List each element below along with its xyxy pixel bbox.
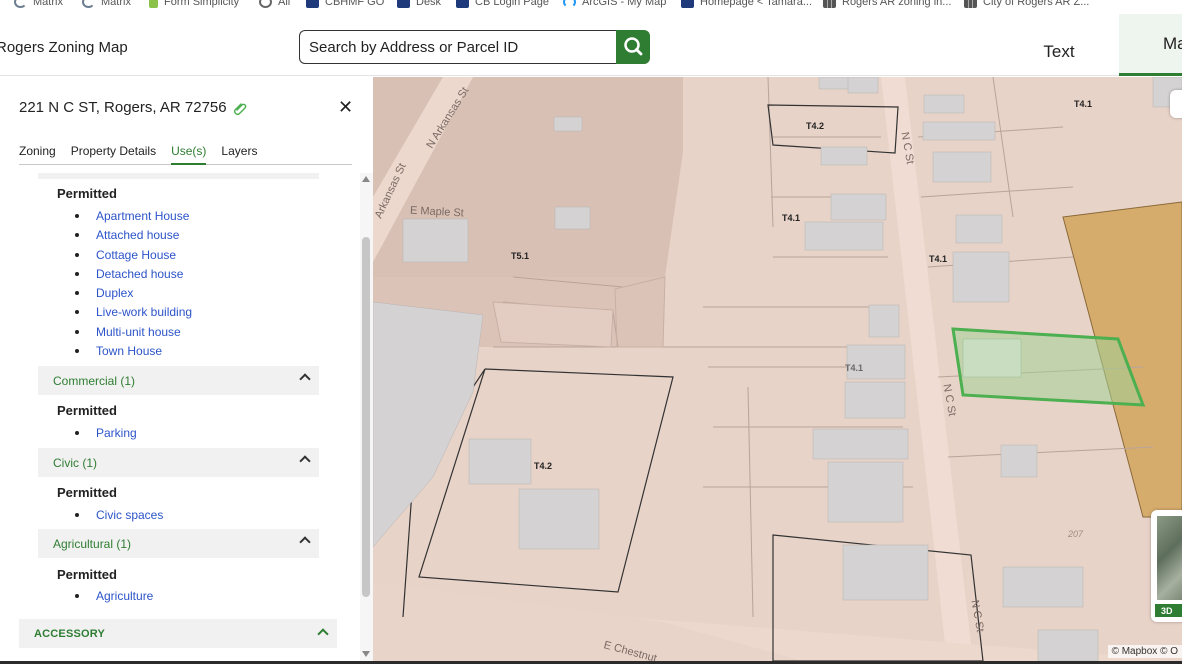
chevron-up-icon xyxy=(299,536,311,548)
coldwell-banker-icon xyxy=(397,0,410,8)
zone-label: T4.2 xyxy=(806,121,825,131)
bookmark[interactable]: City of Rogers AR Z... xyxy=(964,0,1089,8)
bullet xyxy=(75,513,79,517)
search-icon xyxy=(624,37,643,56)
app-title: Rogers Zoning Map xyxy=(0,39,128,56)
property-address: 221 N C ST, Rogers, AR 72756 xyxy=(19,99,247,116)
zone-label: T4.1 xyxy=(1074,99,1093,109)
address-text: 221 N C ST, Rogers, AR 72756 xyxy=(19,99,227,116)
uses-list[interactable]: Permitted Apartment House Attached house… xyxy=(0,173,360,661)
use-link[interactable]: Cottage House xyxy=(75,248,176,262)
bullet xyxy=(75,330,79,334)
map-control-button[interactable] xyxy=(1170,90,1182,118)
view-3d-badge: 3D xyxy=(1155,604,1182,617)
use-link[interactable]: Attached house xyxy=(75,228,179,242)
use-link[interactable]: Apartment House xyxy=(75,209,189,223)
coldwell-banker-icon xyxy=(456,0,469,8)
scroll-up-arrow[interactable] xyxy=(362,176,370,182)
permitted-heading: Permitted xyxy=(57,567,117,582)
bookmark[interactable]: Form Simplicity xyxy=(149,0,239,8)
permitted-heading: Permitted xyxy=(57,403,117,418)
bullet xyxy=(75,253,79,257)
app-header: Rogers Zoning Map Text Ma xyxy=(0,14,1182,76)
section-agricultural[interactable]: Agricultural (1) xyxy=(38,529,319,558)
bookmark[interactable]: CB Login Page xyxy=(456,0,549,8)
bullet xyxy=(75,431,79,435)
section-commercial[interactable]: Commercial (1) xyxy=(38,366,319,395)
bookmarks-bar: Matrix Matrix Form Simplicity All CBHMF … xyxy=(0,0,1182,14)
zone-label: T4.1 xyxy=(929,254,948,264)
chevron-up-icon xyxy=(317,628,329,640)
zone-label: T5.1 xyxy=(511,251,530,261)
section-accessory[interactable]: ACCESSORY xyxy=(19,619,337,648)
use-link[interactable]: Agriculture xyxy=(75,589,153,603)
document-icon xyxy=(149,0,158,8)
scroll-thumb[interactable] xyxy=(362,237,370,597)
zone-label: T4.2 xyxy=(534,461,553,471)
tab-property-details[interactable]: Property Details xyxy=(71,143,156,165)
tab-layers[interactable]: Layers xyxy=(221,143,257,165)
search-box[interactable] xyxy=(299,30,617,64)
bookmark[interactable]: Desk xyxy=(397,0,441,8)
matrix-icon xyxy=(14,0,27,8)
bookmark[interactable]: Rogers AR zoning in... xyxy=(823,0,951,8)
bookmark[interactable]: ArcGIS - My Map xyxy=(563,0,666,8)
close-icon[interactable]: ✕ xyxy=(338,98,353,116)
tab-map[interactable]: Ma xyxy=(1119,14,1182,76)
use-link[interactable]: Civic spaces xyxy=(75,508,163,522)
city-grid-icon xyxy=(823,0,836,8)
scroll-down-arrow[interactable] xyxy=(362,651,370,657)
basemap-toggle[interactable]: 3D xyxy=(1151,510,1182,622)
coldwell-banker-icon xyxy=(306,0,319,8)
bullet xyxy=(75,233,79,237)
zone-label: T4.1 xyxy=(845,363,864,373)
bookmark[interactable]: Matrix xyxy=(82,0,131,8)
bullet xyxy=(75,272,79,276)
use-link[interactable]: Live-work building xyxy=(75,305,192,319)
tab-uses[interactable]: Use(s) xyxy=(171,143,207,165)
bullet xyxy=(75,310,79,314)
chevron-up-icon xyxy=(299,373,311,385)
city-grid-icon xyxy=(964,0,977,8)
tab-text[interactable]: Text xyxy=(1000,28,1118,76)
bookmark[interactable]: CBHMF GO xyxy=(306,0,384,8)
bookmark[interactable]: Homepage < Tamara... xyxy=(681,0,812,8)
matrix-icon xyxy=(82,0,95,8)
bullet xyxy=(75,594,79,598)
bookmark[interactable]: Matrix xyxy=(14,0,63,8)
property-panel: 221 N C ST, Rogers, AR 72756 ✕ Zoning Pr… xyxy=(0,77,373,661)
zoning-map[interactable]: T4.2 T4.1 T4.1 T4.1 T5.1 T4.2 T4.1 N Ark… xyxy=(373,77,1182,661)
chevron-up-icon xyxy=(299,455,311,467)
permitted-heading: Permitted xyxy=(57,485,117,500)
panel-scrollbar[interactable] xyxy=(360,173,373,661)
bookmark[interactable]: All xyxy=(259,0,290,8)
permitted-heading: Permitted xyxy=(57,186,117,201)
use-link[interactable]: Parking xyxy=(75,426,137,440)
tab-zoning[interactable]: Zoning xyxy=(19,143,56,165)
coldwell-banker-icon xyxy=(681,0,694,8)
arcgis-icon xyxy=(563,0,576,8)
section-header-partial xyxy=(38,173,319,179)
bullet xyxy=(75,291,79,295)
use-link[interactable]: Multi-unit house xyxy=(75,325,181,339)
globe-icon xyxy=(259,0,272,8)
search-button[interactable] xyxy=(616,30,650,64)
parcel-number: 207 xyxy=(1068,529,1084,539)
map-attribution[interactable]: © Mapbox © O xyxy=(1107,645,1182,658)
satellite-thumbnail xyxy=(1157,516,1182,600)
bullet xyxy=(75,349,79,353)
search-input[interactable] xyxy=(300,31,617,63)
panel-tabs: Zoning Property Details Use(s) Layers xyxy=(19,143,352,165)
bullet xyxy=(75,214,79,218)
map-canvas xyxy=(373,77,1182,661)
use-link[interactable]: Town House xyxy=(75,344,162,358)
section-civic[interactable]: Civic (1) xyxy=(38,448,319,477)
zone-label: T4.1 xyxy=(782,213,801,223)
use-link[interactable]: Duplex xyxy=(75,286,133,300)
paperclip-icon[interactable] xyxy=(233,101,247,115)
use-link[interactable]: Detached house xyxy=(75,267,183,281)
